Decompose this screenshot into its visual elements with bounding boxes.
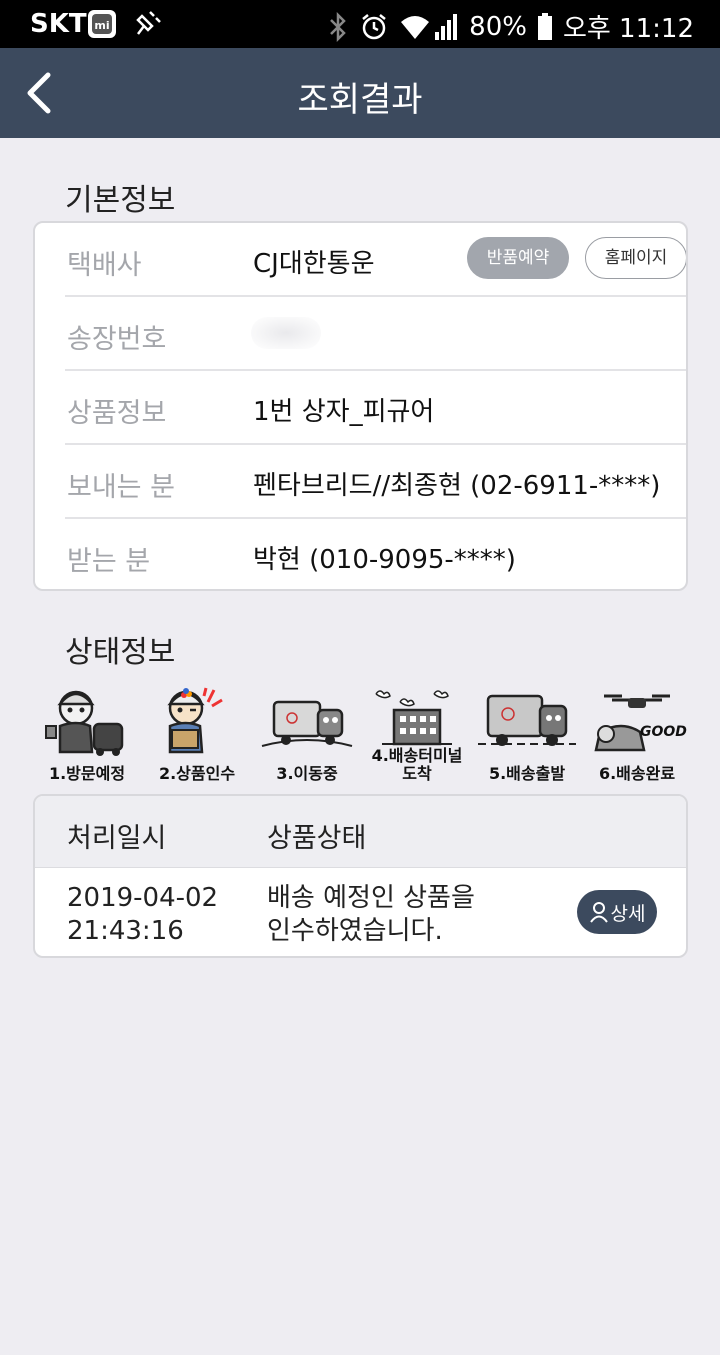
history-desc-line2: 인수하였습니다. xyxy=(267,916,443,946)
info-row-product: 상품정보 1번 상자_피규어 xyxy=(65,371,686,445)
clock: 오후 11:12 xyxy=(562,14,694,44)
step-in-transit: 3.이동중 xyxy=(252,680,362,790)
history-description: 배송 예정인 상품을 인수하였습니다. xyxy=(267,882,475,948)
drone-delivered-icon xyxy=(594,694,670,752)
history-header: 처리일시 상품상태 xyxy=(35,796,686,868)
charging-plug-icon xyxy=(136,11,161,35)
tracking-label: 송장번호 xyxy=(67,324,167,355)
history-datetime: 2019-04-02 21:43:16 xyxy=(67,882,218,948)
info-row-tracking: 송장번호 xyxy=(65,297,686,371)
courier-label: 택배사 xyxy=(67,250,142,281)
product-value: 1번 상자_피규어 xyxy=(253,397,435,427)
sender-label: 보내는 분 xyxy=(67,472,175,503)
tracking-number-redacted xyxy=(251,317,321,349)
history-date: 2019-04-02 xyxy=(67,883,219,913)
courier-visit-icon xyxy=(45,690,124,756)
mi-app-icon: mi xyxy=(88,10,116,38)
info-row-recipient: 받는 분 박현 (010-9095-****) xyxy=(65,519,686,589)
step-visit-scheduled: 1.방문예정 xyxy=(32,680,142,790)
product-label: 상품정보 xyxy=(67,398,167,429)
homepage-button[interactable]: 홈페이지 xyxy=(585,237,686,279)
truck-moving-icon xyxy=(261,700,353,747)
wifi-signal-icon xyxy=(401,13,458,40)
history-row: 2019-04-02 21:43:16 배송 예정인 상품을 인수하였습니다. … xyxy=(35,868,686,956)
status-indicators: 80% 오후 11:12 xyxy=(327,8,694,45)
return-reservation-button[interactable]: 반품예약 xyxy=(467,237,569,279)
battery-icon xyxy=(537,12,552,40)
delivery-truck-icon xyxy=(478,694,576,746)
step-label: 6.배송완료 xyxy=(598,764,676,783)
delivery-steps: 1.방문예정 2.상품인수 3.이동중 4.배송터미널 도착 5.배송출발 GO… xyxy=(30,680,690,790)
alarm-icon xyxy=(362,13,386,39)
history-desc-line1: 배송 예정인 상품을 xyxy=(267,883,475,913)
info-row-courier: 택배사 CJ대한통운 반품예약 홈페이지 xyxy=(65,223,686,297)
battery-percent: 80% xyxy=(469,11,527,42)
info-row-sender: 보내는 분 펜타브리드//최종현 (02-6911-****) xyxy=(65,445,686,519)
col-status: 상품상태 xyxy=(267,823,367,854)
page-title: 조회결과 xyxy=(297,80,423,120)
recipient-label: 받는 분 xyxy=(67,546,151,577)
courier-value: CJ대한통운 xyxy=(253,249,375,279)
status-bar: SKT mi 80% 오후 11:12 xyxy=(0,0,720,48)
good-badge: GOOD xyxy=(640,724,687,740)
detail-button-label: 상세 xyxy=(610,902,646,925)
history-card: 처리일시 상품상태 2019-04-02 21:43:16 배송 예정인 상품을… xyxy=(33,794,688,958)
basic-info-title: 기본정보 xyxy=(65,183,176,218)
bluetooth-icon xyxy=(330,11,346,42)
step-picked-up: 2.상품인수 xyxy=(142,680,252,790)
status-info-title: 상태정보 xyxy=(65,635,176,670)
step-label-line1: 4.배송터미널 xyxy=(371,746,463,765)
person-icon xyxy=(589,902,608,923)
col-datetime: 처리일시 xyxy=(67,823,167,854)
sender-value: 펜타브리드//최종현 (02-6911-****) xyxy=(253,471,661,501)
basic-info-card: 택배사 CJ대한통운 반품예약 홈페이지 송장번호 상품정보 1번 상자_피규어… xyxy=(33,221,688,591)
detail-button[interactable]: 상세 xyxy=(577,890,657,934)
recipient-value: 박현 (010-9095-****) xyxy=(253,545,516,575)
carrier-label: SKT xyxy=(30,9,87,39)
terminal-building-icon xyxy=(375,690,452,746)
step-out-for-delivery: 5.배송출발 xyxy=(472,680,582,790)
step-delivered: GOOD 6.배송완료 xyxy=(582,680,692,790)
step-terminal-arrival: 4.배송터미널 도착 xyxy=(362,680,472,790)
package-pickup-icon xyxy=(167,687,223,754)
svg-text:mi: mi xyxy=(94,19,109,32)
history-time: 21:43:16 xyxy=(67,916,184,946)
app-bar: 조회결과 xyxy=(0,48,720,138)
